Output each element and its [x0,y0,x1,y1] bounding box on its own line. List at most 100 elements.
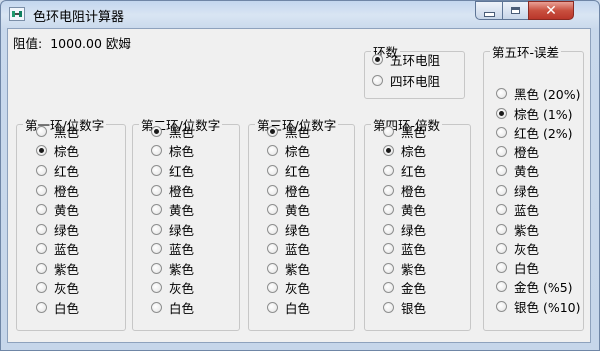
radio-button[interactable] [496,223,507,235]
radio-button[interactable] [36,281,47,293]
radio-button[interactable] [151,223,162,235]
radio-button[interactable] [267,301,278,313]
band5-option[interactable]: 黄色 [496,162,539,179]
radio-button[interactable] [36,184,47,196]
radio-button[interactable] [151,125,162,137]
ring_count-option[interactable]: 五环电阻 [372,51,440,68]
radio-button[interactable] [36,262,47,274]
radio-button[interactable] [383,223,394,235]
band4-option[interactable]: 棕色 [383,142,426,159]
band3-option[interactable]: 紫色 [267,260,310,277]
band3-option[interactable]: 橙色 [267,182,310,199]
band5-option[interactable]: 橙色 [496,143,539,160]
band4-option[interactable]: 黑色 [383,123,426,140]
radio-button[interactable] [36,164,47,176]
radio-button[interactable] [496,164,507,176]
band3-option[interactable]: 灰色 [267,279,310,296]
radio-button[interactable] [496,261,507,273]
band3-option[interactable]: 绿色 [267,221,310,238]
band1-option[interactable]: 黄色 [36,201,79,218]
band4-option[interactable]: 黄色 [383,201,426,218]
radio-button[interactable] [36,203,47,215]
band4-option[interactable]: 紫色 [383,260,426,277]
band1-option[interactable]: 棕色 [36,142,79,159]
radio-button[interactable] [372,74,383,86]
radio-button[interactable] [496,280,507,292]
radio-button[interactable] [36,125,47,137]
radio-button[interactable] [151,144,162,156]
radio-button[interactable] [496,184,507,196]
band2-option[interactable]: 白色 [151,299,194,316]
radio-button[interactable] [267,203,278,215]
radio-button[interactable] [267,144,278,156]
radio-button[interactable] [267,184,278,196]
band2-option[interactable]: 绿色 [151,221,194,238]
minimize-button[interactable] [475,1,502,20]
band2-option[interactable]: 黑色 [151,123,194,140]
band5-option[interactable]: 蓝色 [496,201,539,218]
band5-option[interactable]: 白色 [496,259,539,276]
radio-button[interactable] [383,281,394,293]
radio-button[interactable] [496,203,507,215]
band4-option[interactable]: 银色 [383,299,426,316]
radio-button[interactable] [383,164,394,176]
radio-button[interactable] [496,242,507,254]
radio-button[interactable] [267,125,278,137]
band4-option[interactable]: 金色 [383,279,426,296]
radio-button[interactable] [151,301,162,313]
ring_count-option[interactable]: 四环电阻 [372,72,440,89]
radio-button[interactable] [151,281,162,293]
band5-option[interactable]: 紫色 [496,221,539,238]
band3-option[interactable]: 黑色 [267,123,310,140]
radio-button[interactable] [372,53,383,65]
radio-button[interactable] [151,242,162,254]
radio-button[interactable] [383,144,394,156]
band1-option[interactable]: 蓝色 [36,240,79,257]
radio-button[interactable] [267,242,278,254]
radio-button[interactable] [267,223,278,235]
title-bar[interactable]: 色环电阻计算器 ✕ [1,1,599,29]
band5-option[interactable]: 棕色 (1%) [496,105,573,122]
band3-option[interactable]: 棕色 [267,142,310,159]
radio-button[interactable] [36,144,47,156]
radio-button[interactable] [151,203,162,215]
radio-button[interactable] [496,87,507,99]
band2-option[interactable]: 橙色 [151,182,194,199]
radio-button[interactable] [496,107,507,119]
band5-option[interactable]: 金色 (%5) [496,278,573,295]
band2-option[interactable]: 灰色 [151,279,194,296]
radio-button[interactable] [36,242,47,254]
radio-button[interactable] [151,262,162,274]
band3-option[interactable]: 蓝色 [267,240,310,257]
band3-option[interactable]: 红色 [267,162,310,179]
radio-button[interactable] [267,262,278,274]
radio-button[interactable] [383,184,394,196]
band1-option[interactable]: 黑色 [36,123,79,140]
band1-option[interactable]: 紫色 [36,260,79,277]
band1-option[interactable]: 红色 [36,162,79,179]
radio-button[interactable] [496,300,507,312]
radio-button[interactable] [151,184,162,196]
radio-button[interactable] [36,301,47,313]
band5-option[interactable]: 绿色 [496,182,539,199]
radio-button[interactable] [267,281,278,293]
radio-button[interactable] [383,125,394,137]
close-button[interactable]: ✕ [528,1,574,20]
band3-option[interactable]: 白色 [267,299,310,316]
band4-option[interactable]: 红色 [383,162,426,179]
maximize-button[interactable] [502,1,528,20]
radio-button[interactable] [36,223,47,235]
band2-option[interactable]: 紫色 [151,260,194,277]
band4-option[interactable]: 绿色 [383,221,426,238]
band5-option[interactable]: 银色 (%10) [496,298,581,315]
band4-option[interactable]: 蓝色 [383,240,426,257]
band5-option[interactable]: 黑色 (20%) [496,85,581,102]
band1-option[interactable]: 白色 [36,299,79,316]
band2-option[interactable]: 蓝色 [151,240,194,257]
band2-option[interactable]: 棕色 [151,142,194,159]
radio-button[interactable] [383,203,394,215]
band2-option[interactable]: 红色 [151,162,194,179]
band1-option[interactable]: 灰色 [36,279,79,296]
radio-button[interactable] [383,242,394,254]
band5-option[interactable]: 红色 (2%) [496,124,573,141]
